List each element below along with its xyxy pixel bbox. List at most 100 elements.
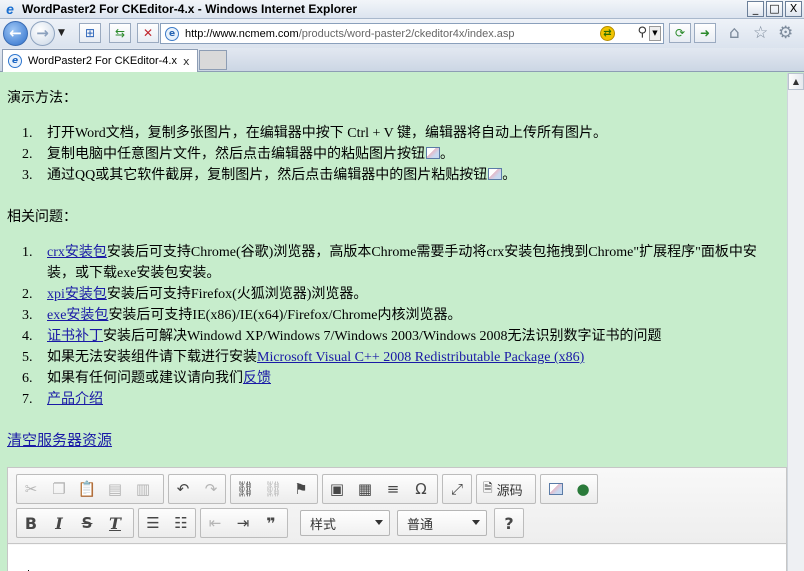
back-button[interactable]: ← [3,21,28,46]
copy-icon[interactable]: ❐ [45,475,73,503]
source-button[interactable]: 🗎 源码 [477,479,529,500]
rss-icon[interactable]: ⟳ [669,23,691,43]
tools-gear-icon[interactable]: ⚙ [778,23,793,43]
list-item: 5. 如果无法安装组件请下载进行安装Microsoft Visual C++ 2… [22,350,585,365]
image-icon[interactable]: ▣ [323,475,351,503]
maximize-group: ⤢ [442,474,472,504]
cert-patch-link[interactable]: 证书补丁 [47,329,103,344]
vcredist-link[interactable]: Microsoft Visual C++ 2008 Redistributabl… [257,350,584,365]
compat-view-icon[interactable]: ⊞ [79,23,101,43]
demo-steps-list: 1. 打开Word文档，复制多张图片，在编辑器中按下 Ctrl + V 键，编辑… [22,123,782,186]
bold-icon[interactable]: B [17,509,45,537]
cut-icon[interactable]: ✂ [17,475,45,503]
help-group: ? [494,508,524,538]
compatibility-icon[interactable]: ⇄ [600,26,615,41]
blockquote-icon[interactable]: ❞ [257,509,285,537]
go-icon[interactable]: ➜ [694,23,716,43]
faq-list: 1. crx安装包安装后可支持Chrome(谷歌)浏览器，高版本Chrome需要… [22,242,782,410]
anchor-flag-icon[interactable]: ⚑ [287,475,315,503]
product-intro-link[interactable]: 产品介绍 [47,392,103,407]
window-controls: _ □ X [747,1,802,17]
exe-package-link[interactable]: exe安装包 [47,308,108,323]
tab-bar: e WordPaster2 For CKEditor-4.x x [0,48,804,72]
minimize-button[interactable]: _ [747,1,764,17]
editor-content-area[interactable] [8,545,786,571]
paste-word-icon[interactable]: ▥ [129,475,157,503]
scroll-up-icon[interactable]: ▲ [788,73,804,90]
ckeditor: ✂ ❐ 📋 ▤ ▥ ↶ ↷ ⛓ ⛓ ⚑ ▣ ▦ ≡ Ω ⤢ 🗎 源码 ● B I… [7,467,787,571]
demo-title: 演示方法： [7,91,77,106]
list-group: ☰ ☷ [138,508,196,538]
indent-group: ⇤ ⇥ ❞ [200,508,288,538]
crx-package-link[interactable]: crx安装包 [47,245,107,260]
remove-format-icon[interactable]: T [101,509,129,537]
tab-wordpaster[interactable]: e WordPaster2 For CKEditor-4.x x [2,49,198,72]
insert-group: ▣ ▦ ≡ Ω [322,474,438,504]
window-title: WordPaster2 For CKEditor-4.x - Windows I… [22,2,358,16]
help-icon[interactable]: ? [495,509,523,537]
address-url[interactable]: http://www.ncmem.com/products/word-paste… [185,28,515,40]
address-bar[interactable]: e http://www.ncmem.com/products/word-pas… [160,23,664,44]
undo-icon[interactable]: ↶ [169,475,197,503]
redo-icon[interactable]: ↷ [197,475,225,503]
undo-group: ↶ ↷ [168,474,226,504]
unlink-icon[interactable]: ⛓ [259,475,287,503]
editor-toolbar: ✂ ❐ 📋 ▤ ▥ ↶ ↷ ⛓ ⛓ ⚑ ▣ ▦ ≡ Ω ⤢ 🗎 源码 ● B I… [8,468,786,544]
format-combo[interactable]: 普通 [397,510,487,536]
list-item: 1. 打开Word文档，复制多张图片，在编辑器中按下 Ctrl + V 键，编辑… [22,126,608,141]
wordpaster-group: ● [540,474,598,504]
list-item: 3. 通过QQ或其它软件截屏，复制图片，然后点击编辑器中的图片粘贴按钮。 [22,168,517,183]
maximize-icon[interactable]: ⤢ [443,475,471,503]
bulleted-list-icon[interactable]: ☷ [167,509,195,537]
favorites-star-icon[interactable]: ☆ [753,23,768,43]
xpi-package-link[interactable]: xpi安装包 [47,287,107,302]
format-chevron-down-icon [472,520,480,525]
list-item: 4. 证书补丁安装后可解决Windowd XP/Windows 7/Window… [22,329,662,344]
clear-server-resources-link[interactable]: 清空服务器资源 [7,429,112,450]
vertical-scrollbar[interactable]: ▲ [787,73,804,571]
wordpaster-paste-icon[interactable] [541,475,569,503]
close-button[interactable]: X [785,1,802,17]
address-dropdown-icon[interactable]: ▼ [649,26,661,41]
paste-image-icon [488,168,503,180]
paste-text-icon[interactable]: ▤ [101,475,129,503]
title-bar: e WordPaster2 For CKEditor-4.x - Windows… [0,0,804,19]
faq-title: 相关问题： [7,210,77,225]
network-globe-icon[interactable]: ● [569,475,597,503]
list-item: 2. 复制电脑中任意图片文件，然后点击编辑器中的粘贴图片按钮。 [22,147,454,162]
horizontal-rule-icon[interactable]: ≡ [379,475,407,503]
tab-page-icon: e [8,54,22,68]
search-icon[interactable]: ⚲ [637,25,647,40]
history-dropdown-icon[interactable]: ▼ [58,28,65,38]
table-icon[interactable]: ▦ [351,475,379,503]
style-combo[interactable]: 样式 [300,510,390,536]
feedback-link[interactable]: 反馈 [243,371,271,386]
outdent-icon[interactable]: ⇤ [201,509,229,537]
source-group: 🗎 源码 [476,474,536,504]
ie-logo-icon: e [6,1,14,17]
style-combo-label: 样式 [310,517,337,533]
indent-icon[interactable]: ⇥ [229,509,257,537]
refresh-icon[interactable]: ⇆ [109,23,131,43]
special-char-icon[interactable]: Ω [407,475,435,503]
link-icon[interactable]: ⛓ [231,475,259,503]
home-icon[interactable]: ⌂ [729,23,740,43]
style-chevron-down-icon [375,520,383,525]
format-combo-label: 普通 [407,517,434,533]
list-item: 1. crx安装包安装后可支持Chrome(谷歌)浏览器，高版本Chrome需要… [22,245,757,281]
page-icon: e [165,26,179,41]
strike-icon[interactable]: S [73,509,101,537]
clipboard-group: ✂ ❐ 📋 ▤ ▥ [16,474,164,504]
forward-button[interactable]: → [30,21,55,46]
tab-close-icon[interactable]: x [183,55,190,68]
maximize-button[interactable]: □ [766,1,783,17]
numbered-list-icon[interactable]: ☰ [139,509,167,537]
paste-icon[interactable]: 📋 [73,475,101,503]
stop-icon[interactable]: ✕ [137,23,159,43]
list-item: 7. 产品介绍 [22,392,103,407]
page-content: 演示方法： 1. 打开Word文档，复制多张图片，在编辑器中按下 Ctrl + … [0,73,787,571]
new-tab-button[interactable] [199,50,227,70]
italic-icon[interactable]: I [45,509,73,537]
paste-image-icon [426,147,440,159]
basic-styles-group: B I S T [16,508,134,538]
